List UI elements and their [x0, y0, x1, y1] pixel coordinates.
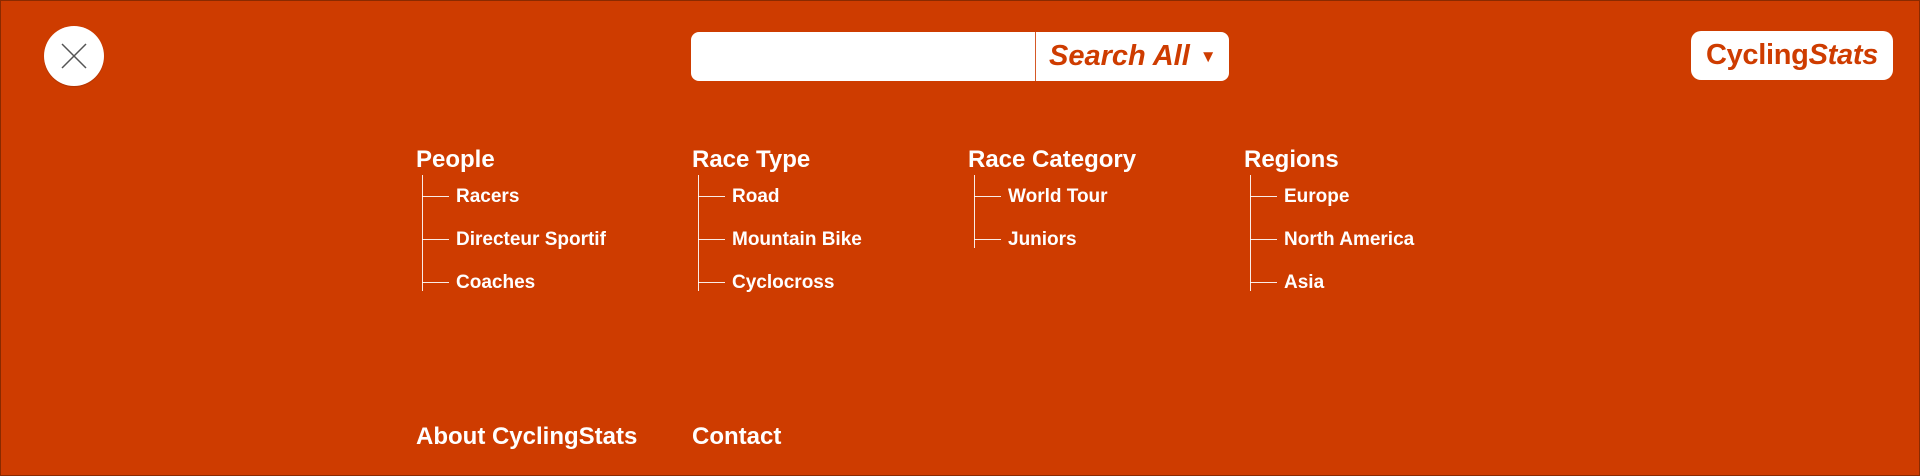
tree-branch [1250, 282, 1277, 283]
menu-item-label: Racers [456, 186, 520, 207]
menu-item-label: World Tour [1008, 186, 1108, 207]
menu-item-label: North America [1284, 229, 1415, 250]
tree-branch [698, 282, 725, 283]
tree-connector [422, 175, 423, 291]
menu-item-label: Europe [1284, 186, 1350, 207]
menu-tree-people: Racers Directeur Sportif Coaches [416, 175, 692, 304]
menu-item-world-tour[interactable]: World Tour [974, 175, 1244, 218]
menu-item-label: Mountain Bike [732, 229, 862, 250]
menu-column-regions: Regions Europe North America Asia [1244, 145, 1520, 304]
menu-tree-race-category: World Tour Juniors [968, 175, 1244, 261]
menu-heading-race-category[interactable]: Race Category [968, 145, 1244, 175]
footer-link-contact[interactable]: Contact [692, 422, 781, 452]
menu-tree-race-type: Road Mountain Bike Cyclocross [692, 175, 968, 304]
menu-item-europe[interactable]: Europe [1250, 175, 1520, 218]
search-scope-dropdown[interactable]: Search All ▼ [1036, 32, 1229, 81]
tree-connector [974, 175, 975, 248]
menu-heading-race-type[interactable]: Race Type [692, 145, 968, 175]
search-divider [1035, 32, 1036, 81]
menu-heading-regions[interactable]: Regions [1244, 145, 1520, 175]
menu-item-asia[interactable]: Asia [1250, 261, 1520, 304]
tree-connector [698, 175, 699, 291]
tree-branch [422, 239, 449, 240]
tree-branch [422, 282, 449, 283]
menu-item-racers[interactable]: Racers [422, 175, 692, 218]
search-scope-label: Search All [1049, 40, 1190, 72]
menu-column-people: People Racers Directeur Sportif Coaches [416, 145, 692, 304]
menu-item-cyclocross[interactable]: Cyclocross [698, 261, 968, 304]
menu-column-race-type: Race Type Road Mountain Bike Cyclocross [692, 145, 968, 304]
tree-branch [974, 196, 1001, 197]
menu-item-coaches[interactable]: Coaches [422, 261, 692, 304]
menu-item-north-america[interactable]: North America [1250, 218, 1520, 261]
menu-column-race-category: Race Category World Tour Juniors [968, 145, 1244, 261]
tree-branch [422, 196, 449, 197]
logo[interactable]: Cycling Stats [1691, 31, 1893, 80]
menu-tree-regions: Europe North America Asia [1244, 175, 1520, 304]
search-input[interactable] [691, 32, 1035, 81]
menu-heading-people[interactable]: People [416, 145, 692, 175]
chevron-down-icon: ▼ [1199, 47, 1217, 66]
logo-text-cycling: Cycling [1705, 39, 1809, 71]
tree-branch [1250, 239, 1277, 240]
close-icon [61, 43, 87, 69]
tree-branch [1250, 196, 1277, 197]
logo-text-stats: Stats [1808, 39, 1879, 71]
menu-item-label: Directeur Sportif [456, 229, 606, 250]
menu-item-label: Road [732, 186, 780, 207]
tree-branch [698, 239, 725, 240]
menu-item-directeur-sportif[interactable]: Directeur Sportif [422, 218, 692, 261]
menu-item-label: Cyclocross [732, 272, 835, 293]
menu-item-label: Asia [1284, 272, 1325, 293]
search-bar: Search All ▼ [691, 32, 1229, 81]
tree-branch [974, 239, 1001, 240]
menu-item-label: Coaches [456, 272, 536, 293]
tree-branch [698, 196, 725, 197]
menu-item-mountain-bike[interactable]: Mountain Bike [698, 218, 968, 261]
footer-link-about[interactable]: About CyclingStats [416, 422, 637, 452]
menu-item-juniors[interactable]: Juniors [974, 218, 1244, 261]
close-button[interactable] [44, 26, 104, 86]
tree-connector [1250, 175, 1251, 291]
menu-item-road[interactable]: Road [698, 175, 968, 218]
menu-item-label: Juniors [1008, 229, 1077, 250]
